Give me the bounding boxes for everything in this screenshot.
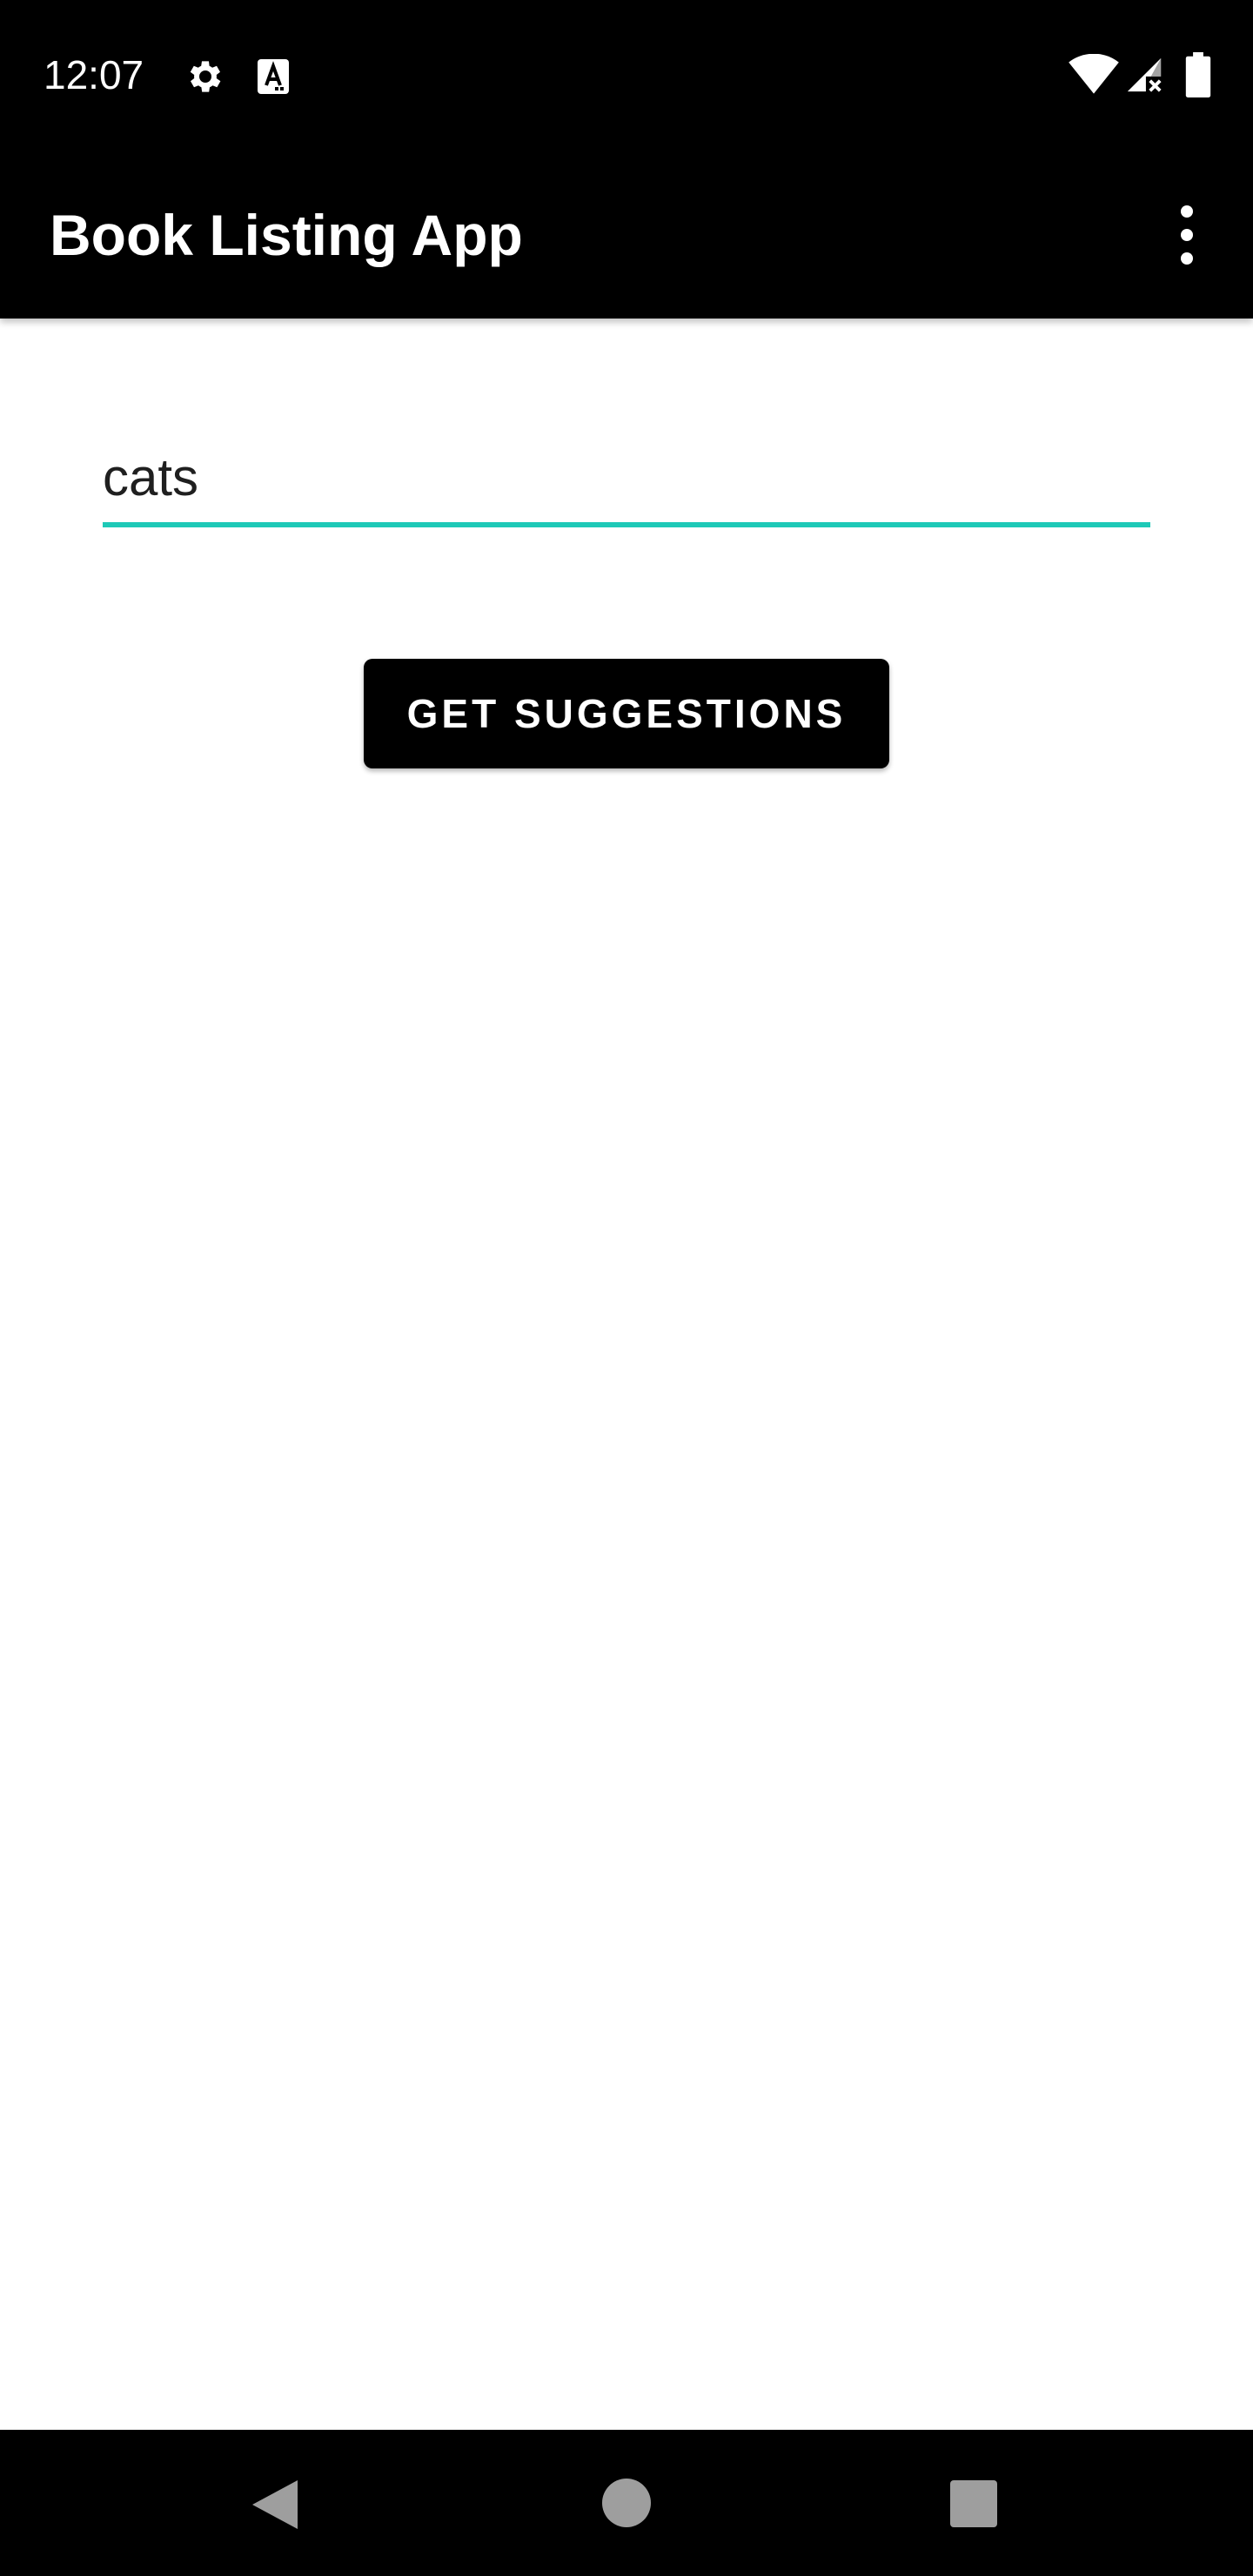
home-icon[interactable]	[602, 2479, 651, 2527]
navigation-bar	[0, 2430, 1253, 2576]
screen: 12:07 Book Listing App cats GET SUGGESTI…	[0, 0, 1253, 2576]
more-options-button[interactable]	[1163, 197, 1211, 273]
battery-icon	[1185, 52, 1211, 97]
a-notification-icon	[258, 59, 289, 94]
back-icon[interactable]	[249, 2477, 301, 2532]
recents-icon[interactable]	[950, 2480, 997, 2527]
status-time: 12:07	[44, 52, 144, 97]
more-vert-icon	[1181, 205, 1193, 265]
app-bar: Book Listing App	[0, 148, 1253, 319]
wifi-icon	[1069, 54, 1119, 94]
get-suggestions-button[interactable]: GET SUGGESTIONS	[364, 659, 889, 768]
app-title: Book Listing App	[50, 203, 523, 267]
search-input[interactable]	[103, 435, 1150, 520]
signal-icon	[1127, 57, 1162, 92]
search-field	[103, 435, 1150, 529]
search-underline	[103, 522, 1150, 527]
status-bar: 12:07	[0, 0, 1253, 148]
settings-gear-icon	[190, 61, 221, 92]
